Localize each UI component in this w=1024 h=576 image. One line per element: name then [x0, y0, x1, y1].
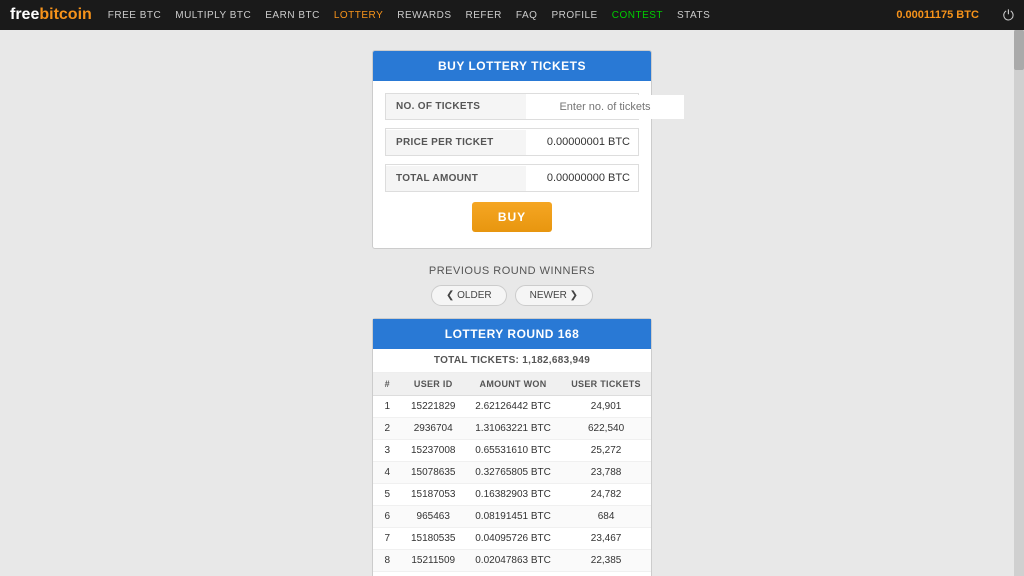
lottery-round-card: LOTTERY ROUND 168 TOTAL TICKETS: 1,182,6…	[372, 318, 652, 576]
nav-faq[interactable]: FAQ	[516, 10, 538, 21]
cell-amount-won: 2.62126442 BTC	[465, 396, 561, 418]
cell-user-id: 3315405	[401, 572, 465, 576]
nav-rewards[interactable]: REWARDS	[397, 10, 451, 21]
cell-user-id: 15180535	[401, 528, 465, 550]
nav-lottery[interactable]: LOTTERY	[334, 10, 383, 21]
lottery-round-header: LOTTERY ROUND 168	[373, 319, 651, 349]
cell-user-id: 2936704	[401, 418, 465, 440]
table-row: 1 15221829 2.62126442 BTC 24,901	[373, 396, 651, 418]
logo-bitcoin: bitcoin	[39, 6, 91, 23]
cell-user-id: 15187053	[401, 484, 465, 506]
table-row: 6 965463 0.08191451 BTC 684	[373, 506, 651, 528]
cell-rank: 5	[373, 484, 401, 506]
nav-balance: 0.00011175 BTC	[896, 9, 979, 21]
cell-user-tickets: 23,788	[561, 462, 651, 484]
price-per-ticket-row: PRICE PER TICKET 0.00000001 BTC	[385, 128, 639, 156]
buy-button[interactable]: BUY	[472, 202, 552, 232]
table-row: 2 2936704 1.31063221 BTC 622,540	[373, 418, 651, 440]
cell-rank: 4	[373, 462, 401, 484]
scrollbar[interactable]	[1014, 30, 1024, 576]
nav-profile[interactable]: PROFILE	[551, 10, 597, 21]
nav-refer[interactable]: REFER	[466, 10, 502, 21]
cell-rank: 6	[373, 506, 401, 528]
total-amount-value: 0.00000000 BTC	[526, 165, 638, 191]
total-tickets: TOTAL TICKETS: 1,182,683,949	[373, 349, 651, 373]
cell-user-id: 15221829	[401, 396, 465, 418]
cell-amount-won: 0.04095726 BTC	[465, 528, 561, 550]
cell-amount-won: 0.32765805 BTC	[465, 462, 561, 484]
cell-user-tickets: 24,782	[561, 484, 651, 506]
cell-user-tickets: 622,540	[561, 418, 651, 440]
center-column: BUY LOTTERY TICKETS NO. OF TICKETS PRICE…	[372, 50, 652, 556]
cell-amount-won: 0.02047863 BTC	[465, 550, 561, 572]
no-of-tickets-input[interactable]	[526, 95, 684, 119]
cell-rank: 1	[373, 396, 401, 418]
newer-button[interactable]: NEWER ❯	[515, 285, 593, 306]
logo-free: free	[10, 6, 39, 23]
price-per-ticket-value: 0.00000001 BTC	[526, 129, 638, 155]
no-of-tickets-row: NO. OF TICKETS	[385, 93, 639, 120]
cell-user-id: 965463	[401, 506, 465, 528]
nav-contest[interactable]: CONTEST	[612, 10, 663, 21]
col-user-tickets: USER TICKETS	[561, 373, 651, 396]
cell-user-id: 15237008	[401, 440, 465, 462]
cell-amount-won: 0.16382903 BTC	[465, 484, 561, 506]
nav-earn-btc[interactable]: EARN BTC	[265, 10, 320, 21]
winners-table: # USER ID AMOUNT WON USER TICKETS 1 1522…	[373, 373, 651, 576]
col-amount-won: AMOUNT WON	[465, 373, 561, 396]
price-per-ticket-label: PRICE PER TICKET	[386, 130, 526, 155]
table-row: 5 15187053 0.16382903 BTC 24,782	[373, 484, 651, 506]
nav-multiply-btc[interactable]: MULTIPLY BTC	[175, 10, 251, 21]
cell-user-id: 15211509	[401, 550, 465, 572]
navbar: freebitcoin FREE BTC MULTIPLY BTC EARN B…	[0, 0, 1024, 30]
no-of-tickets-label: NO. OF TICKETS	[386, 94, 526, 119]
cell-amount-won: 0.01023931 BTC	[465, 572, 561, 576]
main-content: BUY LOTTERY TICKETS NO. OF TICKETS PRICE…	[0, 30, 1024, 576]
pagination: ❮ OLDER NEWER ❯	[372, 285, 652, 306]
table-row: 7 15180535 0.04095726 BTC 23,467	[373, 528, 651, 550]
cell-amount-won: 0.65531610 BTC	[465, 440, 561, 462]
cell-amount-won: 0.08191451 BTC	[465, 506, 561, 528]
buy-lottery-card: BUY LOTTERY TICKETS NO. OF TICKETS PRICE…	[372, 50, 652, 249]
scrollbar-thumb[interactable]	[1014, 30, 1024, 70]
site-logo[interactable]: freebitcoin	[10, 6, 92, 24]
col-user-id: USER ID	[401, 373, 465, 396]
power-icon[interactable]: ⏻	[1003, 7, 1014, 24]
cell-rank: 2	[373, 418, 401, 440]
cell-rank: 7	[373, 528, 401, 550]
previous-winners-title: PREVIOUS ROUND WINNERS	[372, 265, 652, 277]
cell-rank: 9	[373, 572, 401, 576]
total-amount-label: TOTAL AMOUNT	[386, 166, 526, 191]
table-row: 9 3315405 0.01023931 BTC 1,764	[373, 572, 651, 576]
cell-user-id: 15078635	[401, 462, 465, 484]
table-row: 8 15211509 0.02047863 BTC 22,385	[373, 550, 651, 572]
cell-rank: 8	[373, 550, 401, 572]
older-button[interactable]: ❮ OLDER	[431, 285, 507, 306]
table-row: 3 15237008 0.65531610 BTC 25,272	[373, 440, 651, 462]
table-header-row: # USER ID AMOUNT WON USER TICKETS	[373, 373, 651, 396]
cell-user-tickets: 684	[561, 506, 651, 528]
buy-card-body: NO. OF TICKETS PRICE PER TICKET 0.000000…	[373, 81, 651, 248]
cell-user-tickets: 24,901	[561, 396, 651, 418]
col-rank: #	[373, 373, 401, 396]
table-row: 4 15078635 0.32765805 BTC 23,788	[373, 462, 651, 484]
nav-free-btc[interactable]: FREE BTC	[108, 10, 161, 21]
cell-user-tickets: 25,272	[561, 440, 651, 462]
cell-rank: 3	[373, 440, 401, 462]
cell-user-tickets: 23,467	[561, 528, 651, 550]
cell-user-tickets: 1,764	[561, 572, 651, 576]
nav-stats[interactable]: STATS	[677, 10, 710, 21]
total-amount-row: TOTAL AMOUNT 0.00000000 BTC	[385, 164, 639, 192]
cell-user-tickets: 22,385	[561, 550, 651, 572]
cell-amount-won: 1.31063221 BTC	[465, 418, 561, 440]
buy-card-header: BUY LOTTERY TICKETS	[373, 51, 651, 81]
nav-links: FREE BTC MULTIPLY BTC EARN BTC LOTTERY R…	[108, 10, 710, 21]
